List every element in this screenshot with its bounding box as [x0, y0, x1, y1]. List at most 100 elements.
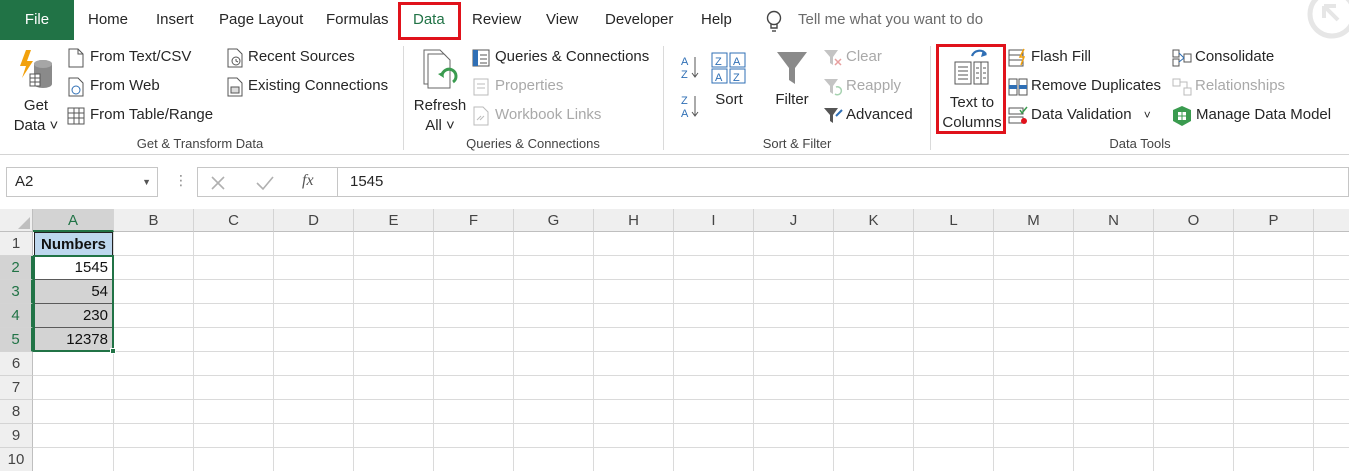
data-validation-button[interactable]: Data Validation ˅ — [1008, 105, 1151, 125]
from-text-csv-label: From Text/CSV — [90, 48, 192, 65]
filter-label: Filter — [775, 91, 809, 108]
sort-dialog-icon: Z A A Z — [711, 52, 746, 84]
tab-home[interactable]: Home — [88, 0, 128, 40]
column-header-m[interactable]: M — [994, 209, 1074, 232]
worksheet-grid[interactable]: A B C D E F G H I J K L M N O P 1 2 3 4 … — [0, 209, 1349, 471]
refresh-all-button[interactable]: Refresh All ˅ — [412, 46, 468, 134]
sort-a-to-z-button[interactable]: A Z — [680, 54, 700, 84]
web-page-icon — [68, 77, 84, 97]
tab-view[interactable]: View — [546, 0, 578, 40]
flash-fill-button[interactable]: Flash Fill — [1008, 47, 1091, 67]
row-header-4[interactable]: 4 — [0, 304, 33, 328]
row-header-7[interactable]: 7 — [0, 376, 33, 400]
from-web-button[interactable]: From Web — [67, 76, 160, 97]
column-header-d[interactable]: D — [274, 209, 354, 232]
properties-button[interactable]: Properties — [472, 76, 563, 96]
existing-connections-button[interactable]: Existing Connections — [226, 76, 389, 97]
row-header-2[interactable]: 2 — [0, 256, 33, 280]
row-header-5[interactable]: 5 — [0, 328, 33, 352]
row-header-1[interactable]: 1 — [0, 232, 33, 256]
flash-fill-icon — [1008, 48, 1026, 67]
insert-function-icon[interactable]: fx — [302, 172, 314, 190]
name-box[interactable]: A2 ▼ — [6, 167, 158, 197]
column-header-e[interactable]: E — [354, 209, 434, 232]
cell-a3[interactable]: 54 — [35, 280, 112, 304]
sort-button[interactable]: Z A A Z Sort — [708, 50, 750, 110]
tab-page-layout[interactable]: Page Layout — [219, 0, 303, 40]
data-model-icon — [1173, 106, 1191, 126]
gridline — [33, 447, 1349, 448]
svg-text:A: A — [681, 108, 689, 119]
cell-a4[interactable]: 230 — [35, 304, 112, 328]
tab-insert[interactable]: Insert — [156, 0, 194, 40]
get-data-button[interactable]: Get Data ˅ — [10, 46, 62, 134]
cancel-icon[interactable] — [210, 175, 226, 191]
select-all-corner[interactable] — [0, 209, 33, 232]
filter-button[interactable]: Filter — [770, 50, 814, 110]
manage-data-model-button[interactable]: Manage Data Model — [1172, 105, 1331, 126]
column-header-k[interactable]: K — [834, 209, 914, 232]
column-header-o[interactable]: O — [1154, 209, 1234, 232]
tab-file[interactable]: File — [0, 0, 74, 40]
column-header-j[interactable]: J — [754, 209, 834, 232]
row-header-9[interactable]: 9 — [0, 424, 33, 448]
remove-duplicates-button[interactable]: Remove Duplicates — [1008, 76, 1161, 96]
relationships-button[interactable]: Relationships — [1172, 76, 1285, 96]
row-header-10[interactable]: 10 — [0, 448, 33, 471]
formula-buttons: fx — [197, 167, 337, 197]
group-label-queries: Queries & Connections — [466, 136, 600, 151]
more-options-icon[interactable]: ⋮ — [174, 172, 188, 189]
column-header-a[interactable]: A — [33, 209, 114, 232]
tab-review[interactable]: Review — [472, 0, 521, 40]
column-header-h[interactable]: H — [594, 209, 674, 232]
advanced-filter-button[interactable]: Advanced — [823, 105, 913, 125]
column-header-partial[interactable] — [1314, 209, 1349, 232]
enter-check-icon[interactable] — [256, 175, 274, 191]
consolidate-button[interactable]: Consolidate — [1172, 47, 1274, 67]
column-header-g[interactable]: G — [514, 209, 594, 232]
cell-a5[interactable]: 12378 — [35, 328, 112, 352]
database-lightning-icon — [20, 50, 52, 88]
cell-a2[interactable]: 1545 — [35, 256, 112, 280]
existing-connections-icon — [227, 77, 243, 97]
svg-text:A: A — [715, 72, 723, 84]
column-header-f[interactable]: F — [434, 209, 514, 232]
queries-connections-button[interactable]: Queries & Connections — [472, 47, 649, 67]
svg-text:A: A — [681, 56, 689, 68]
column-header-c[interactable]: C — [194, 209, 274, 232]
row-header-3[interactable]: 3 — [0, 280, 33, 304]
column-header-l[interactable]: L — [914, 209, 994, 232]
tab-data[interactable]: Data — [413, 0, 445, 40]
from-table-range-button[interactable]: From Table/Range — [67, 105, 213, 125]
queries-connections-label: Queries & Connections — [495, 48, 650, 65]
ribbon-tab-bar: File Home Insert Page Layout Formulas Da… — [0, 0, 1349, 40]
gridline — [33, 351, 1349, 352]
reapply-button[interactable]: Reapply — [823, 76, 901, 96]
tab-help[interactable]: Help — [701, 0, 732, 40]
cell-a1[interactable]: Numbers — [34, 232, 113, 256]
row-header-8[interactable]: 8 — [0, 400, 33, 424]
recent-sources-button[interactable]: Recent Sources — [226, 47, 355, 68]
from-text-csv-button[interactable]: From Text/CSV — [67, 47, 192, 68]
column-header-p[interactable]: P — [1234, 209, 1314, 232]
ribbon: Get Data ˅ From Text/CSV From Web From T… — [0, 40, 1349, 155]
group-separator — [403, 46, 404, 150]
tab-formulas[interactable]: Formulas — [326, 0, 389, 40]
row-header-6[interactable]: 6 — [0, 352, 33, 376]
existing-connections-label: Existing Connections — [248, 77, 389, 94]
column-header-i[interactable]: I — [674, 209, 754, 232]
workbook-links-button[interactable]: Workbook Links — [472, 105, 602, 126]
formula-input[interactable]: 1545 — [337, 167, 1349, 197]
text-to-columns-button[interactable]: Text to Columns — [940, 46, 1004, 132]
tab-developer[interactable]: Developer — [605, 0, 673, 40]
sort-z-to-a-button[interactable]: Z A — [680, 93, 700, 125]
text-to-columns-label-2: Columns — [942, 114, 1002, 131]
recent-sources-icon — [227, 48, 243, 68]
column-header-n[interactable]: N — [1074, 209, 1154, 232]
get-data-label-2: Data ˅ — [13, 117, 59, 134]
column-header-b[interactable]: B — [114, 209, 194, 232]
fill-handle[interactable] — [110, 348, 116, 354]
clear-filter-button[interactable]: Clear — [823, 47, 882, 67]
chevron-down-icon[interactable]: ▼ — [142, 168, 151, 196]
workbook-links-label: Workbook Links — [495, 106, 602, 123]
